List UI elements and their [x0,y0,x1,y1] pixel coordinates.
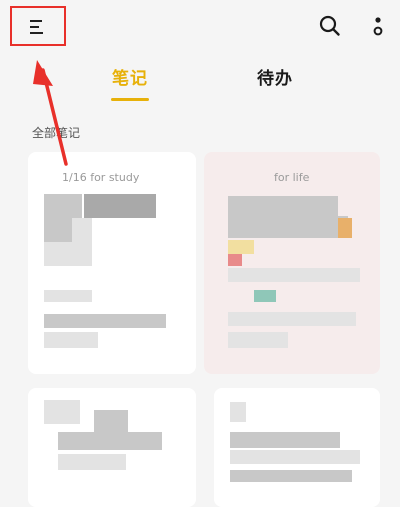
annotation-arrow-icon [33,60,68,166]
notes-app: 笔记 待办 全部笔记 1/16 for study for life [0,0,400,507]
